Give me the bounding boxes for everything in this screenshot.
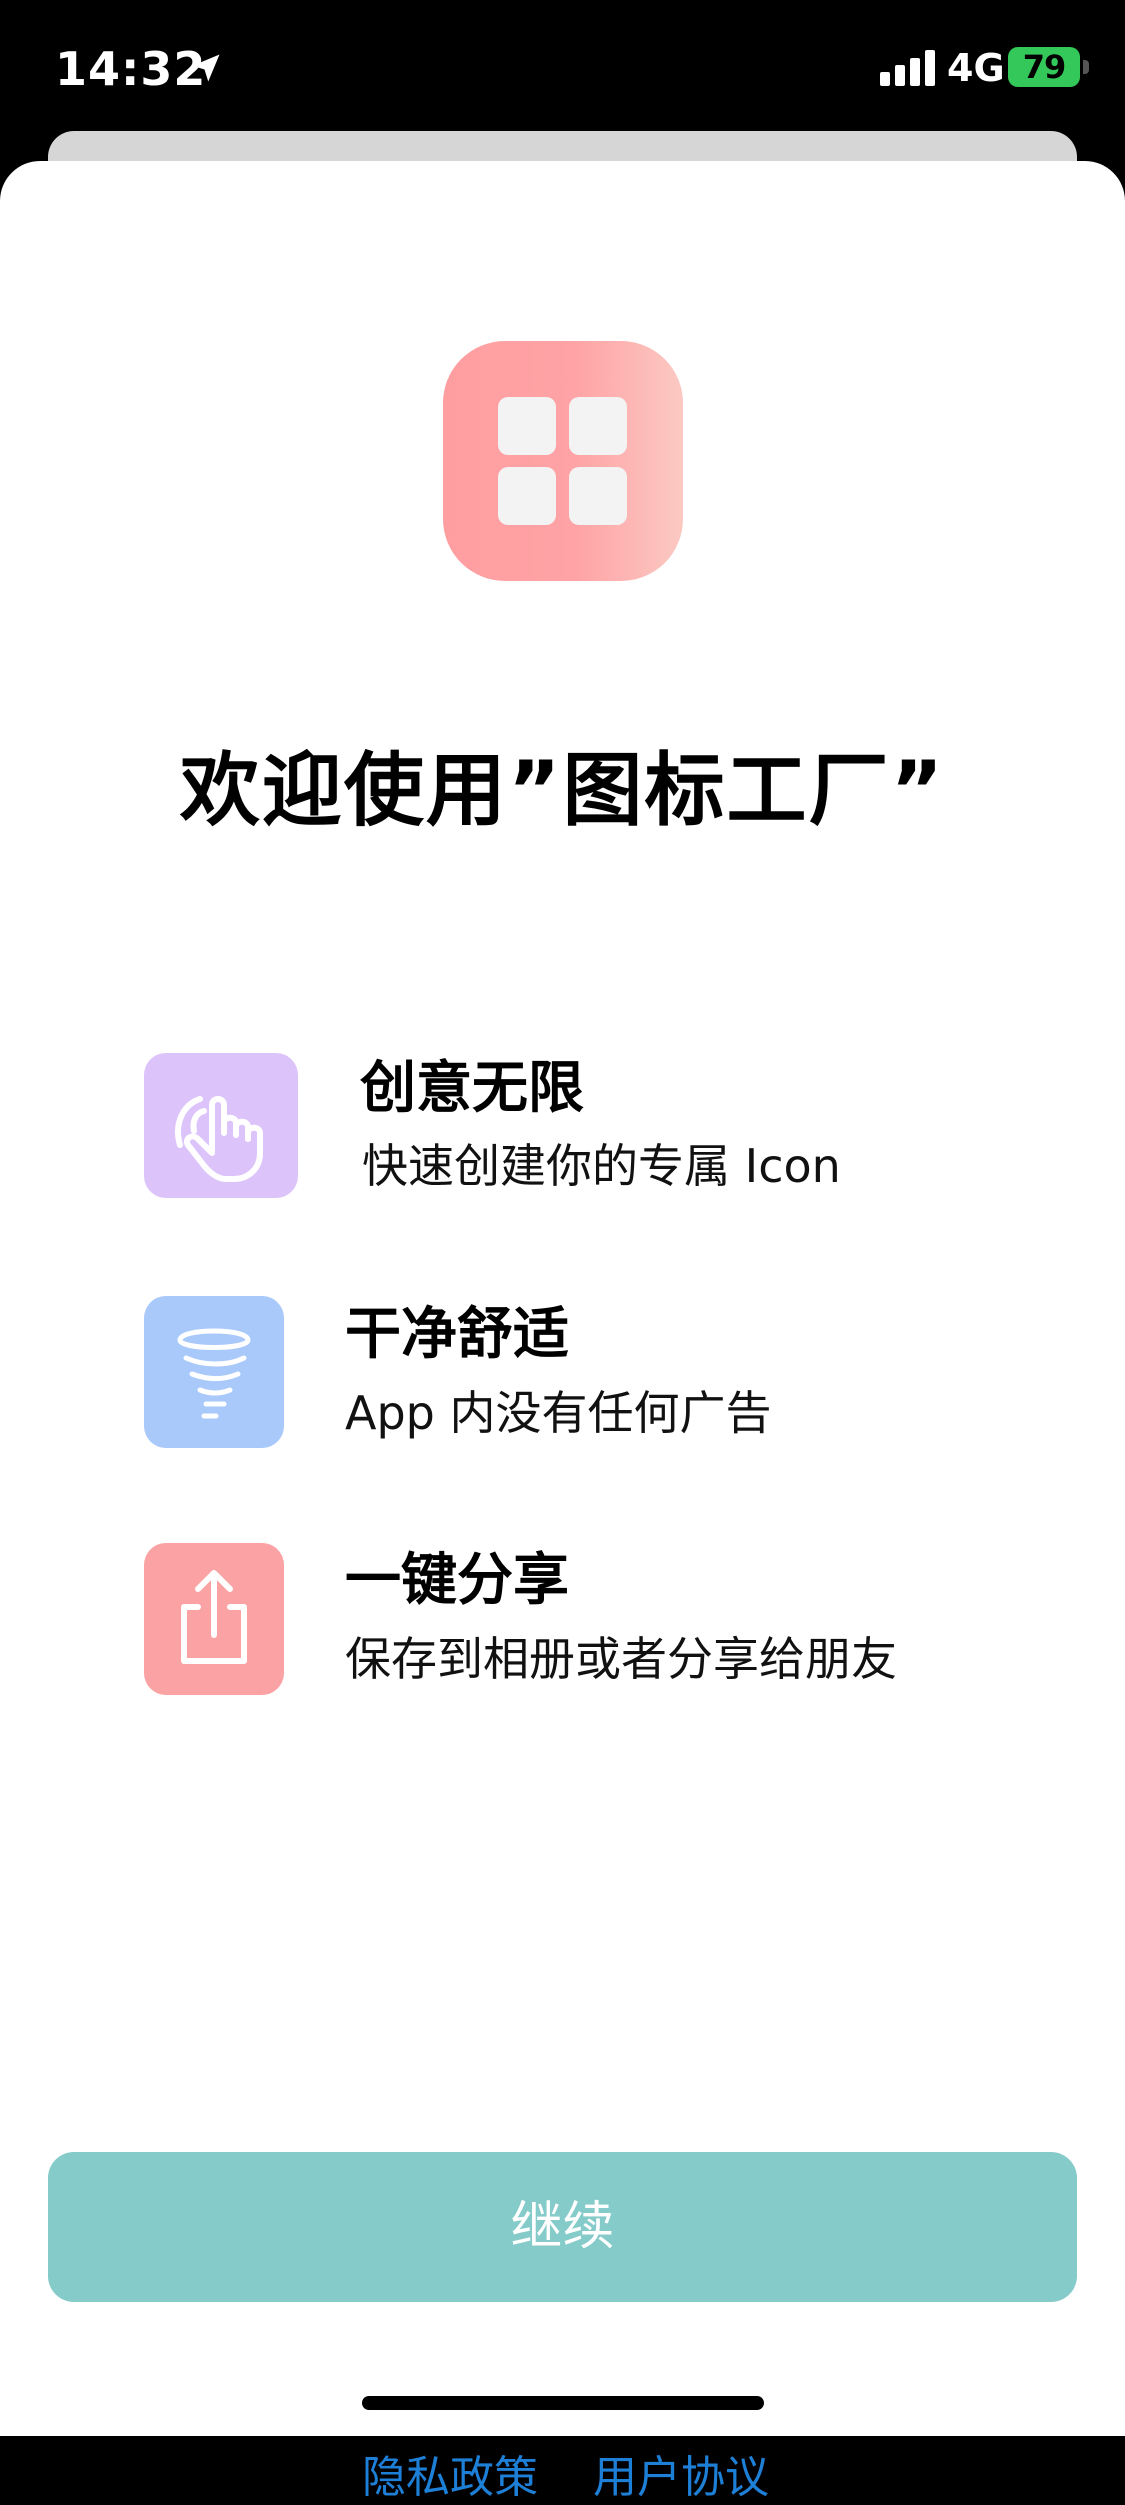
feature-title: 创意无限 [360,1056,584,1121]
privacy-policy-link[interactable]: 隐私政策 [362,2441,538,2505]
grid-four-tiles-icon [443,341,683,581]
welcome-title: 欢迎使用”图标工厂” [179,744,946,837]
tile [498,467,556,525]
feature-title: 干净舒适 [345,1302,569,1367]
signal-bars-icon [880,50,935,86]
tile [569,467,627,525]
share-icon [144,1543,284,1695]
battery-level: 79 [1022,48,1067,86]
continue-button[interactable]: 继续 [48,2152,1077,2302]
tornado-icon [144,1296,284,1448]
feature-desc: App 内没有任何广告 [345,1386,772,1440]
location-arrow-icon [192,54,220,82]
hand-tap-icon [144,1053,298,1198]
status-bar: 14:32 4G 79 [0,0,1125,140]
feature-title: 一键分享 [345,1548,569,1613]
feature-desc: 快速创建你的专属 Icon [362,1139,841,1193]
tile [498,397,556,455]
user-agreement-link[interactable]: 用户协议 [593,2441,769,2505]
network-type: 4G [947,46,1005,90]
feature-desc: 保存到相册或者分享给朋友 [345,1632,897,1686]
welcome-sheet: 欢迎使用”图标工厂” 创意无限 快速创建你的专属 Icon 干净舒适 App 内… [0,161,1125,2503]
home-indicator[interactable] [362,2396,764,2410]
tile [569,397,627,455]
status-time: 14:32 [55,42,207,96]
battery-charging-icon: 79 [1008,47,1080,87]
battery-cap [1083,60,1089,74]
